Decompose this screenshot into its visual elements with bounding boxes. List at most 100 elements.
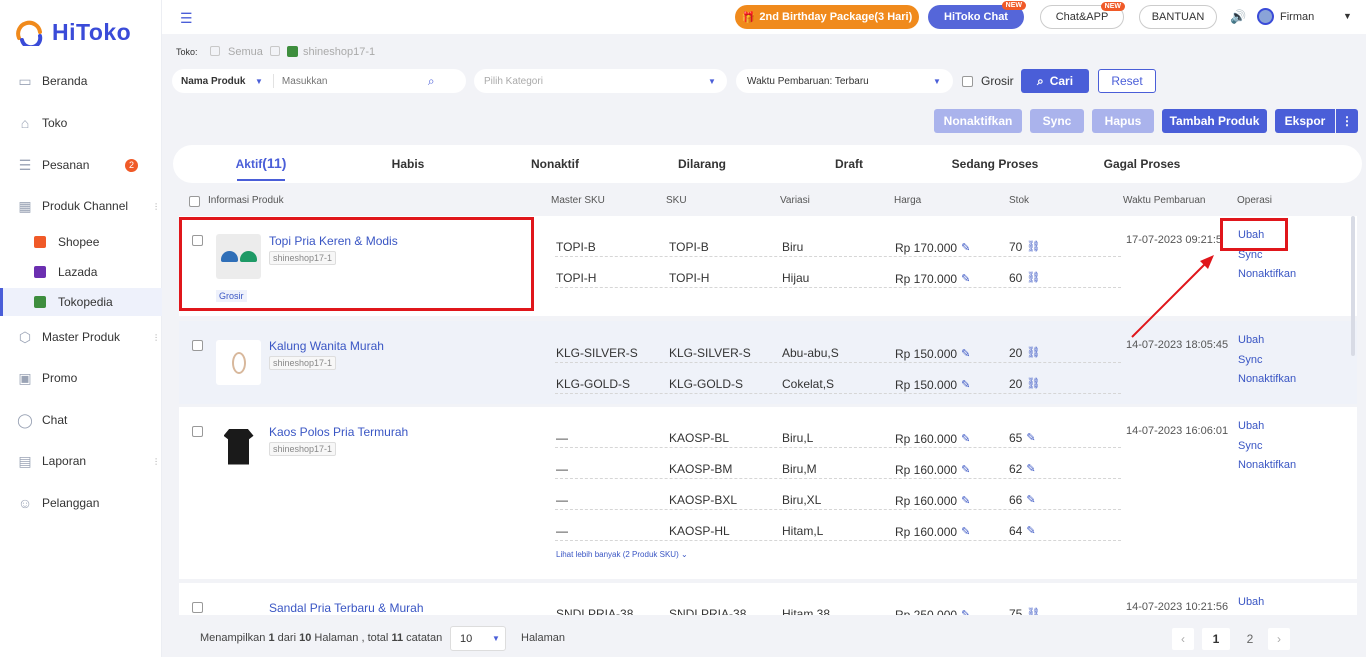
chevron-down-icon[interactable]: ▼ [255, 77, 263, 86]
edit-stock-icon[interactable]: ✎ [1026, 431, 1035, 445]
sync-link[interactable]: Sync [1238, 440, 1262, 452]
link-icon[interactable]: ⛓ [1026, 377, 1040, 391]
tab-dilarang[interactable]: Dilarang [678, 157, 726, 171]
sidebar-item-pesanan[interactable]: ☰ Pesanan 2 [0, 148, 162, 182]
edit-price-icon[interactable]: ✎ [961, 347, 970, 361]
help-button[interactable]: BANTUAN [1139, 5, 1217, 29]
field-select[interactable]: Nama Produk [181, 76, 251, 87]
search-icon[interactable]: ⌕ [428, 74, 435, 89]
add-product-button[interactable]: Tambah Produk [1162, 109, 1267, 133]
edit-price-icon[interactable]: ✎ [961, 494, 970, 508]
edit-price-icon[interactable]: ✎ [961, 463, 970, 477]
edit-link[interactable]: Ubah [1238, 596, 1264, 608]
tab-sedang-proses[interactable]: Sedang Proses [952, 157, 1039, 171]
checkbox-shop[interactable] [270, 46, 280, 56]
tab-draft[interactable]: Draft [835, 157, 863, 171]
search-input[interactable] [281, 75, 422, 87]
more-icon[interactable]: ··· [150, 457, 162, 465]
search-button[interactable]: ⌕ Cari [1021, 69, 1089, 93]
edit-stock-icon[interactable]: ✎ [1026, 462, 1035, 476]
link-icon[interactable]: ⛓ [1026, 240, 1040, 254]
more-icon[interactable]: ··· [150, 333, 162, 341]
see-more-link[interactable]: Lihat lebih banyak (2 Produk SKU) ⌄ [556, 550, 688, 559]
collapse-menu-icon[interactable]: ☰ [180, 10, 193, 27]
edit-price-icon[interactable]: ✎ [961, 525, 970, 539]
avatar[interactable] [1257, 8, 1274, 25]
tab-habis[interactable]: Habis [392, 157, 425, 171]
edit-price-icon[interactable]: ✎ [961, 432, 970, 446]
page-size-select[interactable]: 10 ▼ [450, 626, 506, 651]
page-1[interactable]: 1 [1202, 628, 1230, 650]
select-all-checkbox[interactable] [189, 196, 200, 207]
product-thumbnail[interactable] [216, 340, 261, 385]
reset-button[interactable]: Reset [1098, 69, 1156, 93]
store-all[interactable]: Semua [228, 46, 263, 58]
product-thumbnail[interactable] [216, 424, 261, 469]
edit-price-icon[interactable]: ✎ [961, 378, 970, 392]
store-shop[interactable]: shineshop17-1 [303, 46, 375, 58]
product-name[interactable]: Kaos Polos Pria Termurah [269, 425, 408, 439]
deactivate-link[interactable]: Nonaktifkan [1238, 373, 1296, 385]
sidebar-item-chat[interactable]: ◯ Chat [0, 403, 162, 437]
edit-stock-icon[interactable]: ✎ [1026, 524, 1035, 538]
scrollbar[interactable] [1351, 216, 1355, 356]
tab-aktif[interactable]: Aktif(11) [236, 155, 287, 171]
sync-button[interactable]: Sync [1030, 109, 1084, 133]
sidebar-item-pelanggan[interactable]: ☺ Pelanggan [0, 486, 162, 520]
sort-select[interactable]: Waktu Pembaruan: Terbaru ▼ [736, 69, 953, 93]
price-cell: Rp 150.000 ✎ [895, 378, 970, 392]
product-name[interactable]: Sandal Pria Terbaru & Murah [269, 601, 424, 615]
new-badge: NEW [1001, 1, 1026, 10]
sidebar-item-master-produk[interactable]: ⬡ Master Produk ··· [0, 320, 162, 354]
deactivate-button[interactable]: Nonaktifkan [934, 109, 1022, 133]
sync-link[interactable]: Sync [1238, 354, 1262, 366]
deactivate-link[interactable]: Nonaktifkan [1238, 459, 1296, 471]
sidebar-channel-label: Tokopedia [58, 295, 113, 309]
edit-price-icon[interactable]: ✎ [961, 272, 970, 286]
birthday-package-button[interactable]: 🎁 2nd Birthday Package(3 Hari) [735, 5, 919, 29]
sidebar-channel-shopee[interactable]: Shopee [0, 228, 162, 256]
delete-button[interactable]: Hapus [1092, 109, 1154, 133]
logo[interactable]: HiToko [14, 18, 131, 46]
sidebar-item-laporan[interactable]: ▤ Laporan ··· [0, 444, 162, 478]
link-icon[interactable]: ⛓ [1026, 271, 1040, 285]
edit-stock-icon[interactable]: ✎ [1026, 493, 1035, 507]
user-name[interactable]: Firman [1280, 11, 1314, 23]
next-page-icon[interactable]: › [1268, 628, 1290, 650]
checkbox-all[interactable] [210, 46, 220, 56]
sidebar-channel-lazada[interactable]: Lazada [0, 258, 162, 286]
tab-nonaktif[interactable]: Nonaktif [531, 157, 579, 171]
more-icon[interactable]: ··· [150, 202, 162, 210]
hitoko-chat-button[interactable]: HiToko Chat NEW [928, 1, 1026, 29]
row-checkbox[interactable] [192, 340, 203, 351]
chat-app-button[interactable]: Chat&APP NEW [1040, 2, 1125, 29]
prev-page-icon[interactable]: ‹ [1172, 628, 1194, 650]
edit-link[interactable]: Ubah [1238, 334, 1264, 346]
page-2[interactable]: 2 [1238, 628, 1262, 650]
row-checkbox[interactable] [192, 426, 203, 437]
deactivate-link[interactable]: Nonaktifkan [1238, 268, 1296, 280]
edit-price-icon[interactable]: ✎ [961, 241, 970, 255]
chevron-down-icon: ▼ [492, 634, 500, 643]
sidebar-item-promo[interactable]: ▣ Promo [0, 361, 162, 395]
more-menu-icon[interactable]: ⋮ [1336, 109, 1358, 133]
variation: Biru [782, 240, 804, 254]
master-sku: KLG-SILVER-S [556, 346, 638, 360]
product-name[interactable]: Kalung Wanita Murah [269, 339, 384, 353]
category-select[interactable]: Pilih Kategori ▼ [474, 69, 727, 93]
tab-gagal-proses[interactable]: Gagal Proses [1104, 157, 1181, 171]
sidebar-channel-tokopedia[interactable]: Tokopedia [0, 288, 162, 316]
link-icon[interactable]: ⛓ [1026, 346, 1040, 360]
speaker-icon[interactable]: 🔊 [1230, 9, 1246, 25]
tab-label: Draft [834, 157, 864, 171]
order-icon: ☰ [18, 156, 32, 173]
edit-link[interactable]: Ubah [1238, 420, 1264, 432]
sidebar-item-toko[interactable]: ⌂ Toko [0, 106, 162, 140]
row-checkbox[interactable] [192, 602, 203, 613]
chevron-down-icon[interactable]: ▼ [1343, 11, 1352, 21]
sidebar-item-beranda[interactable]: ▭ Beranda [0, 64, 162, 98]
lazada-icon [34, 266, 46, 278]
export-button[interactable]: Ekspor [1275, 109, 1335, 133]
sidebar-item-produk-channel[interactable]: ▦ Produk Channel ··· [0, 189, 162, 223]
grosir-checkbox[interactable] [962, 76, 973, 87]
